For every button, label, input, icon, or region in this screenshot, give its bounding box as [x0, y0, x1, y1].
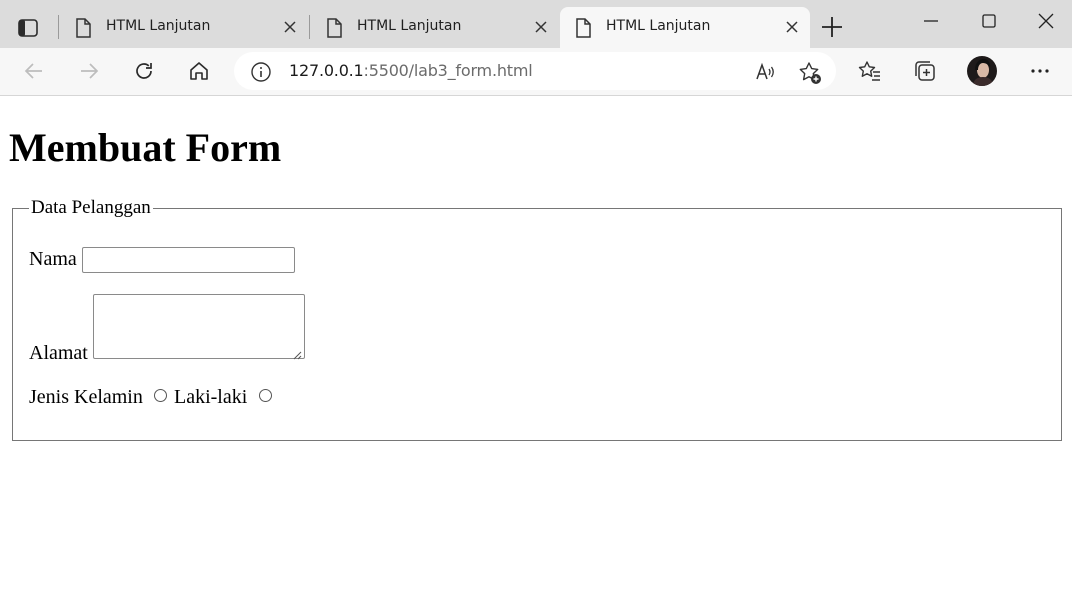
tab-actions-icon[interactable] — [14, 14, 44, 42]
close-icon[interactable] — [533, 19, 549, 40]
nama-label: Nama — [29, 248, 77, 270]
tab-3-active[interactable]: HTML Lanjutan — [560, 7, 810, 48]
read-aloud-icon[interactable] — [754, 61, 776, 88]
more-options-icon[interactable] — [1028, 59, 1052, 88]
new-tab-icon[interactable] — [820, 15, 844, 44]
address-bar[interactable]: 127.0.0.1:5500/lab3_form.html — [234, 52, 836, 90]
refresh-icon[interactable] — [132, 59, 156, 88]
fieldset-legend: Data Pelanggan — [29, 197, 153, 219]
close-icon[interactable] — [282, 19, 298, 40]
tab-separator — [309, 15, 310, 39]
tab-1[interactable]: HTML Lanjutan — [60, 7, 308, 48]
tab-separator — [58, 15, 59, 39]
tab-2[interactable]: HTML Lanjutan — [311, 7, 559, 48]
url-text[interactable]: 127.0.0.1:5500/lab3_form.html — [289, 61, 533, 80]
gender-radio-2[interactable] — [259, 389, 272, 402]
nama-input[interactable] — [82, 247, 295, 273]
tab-title: HTML Lanjutan — [606, 18, 711, 34]
forward-icon[interactable] — [77, 59, 101, 88]
url-host: 127.0.0.1 — [289, 61, 364, 80]
page-title: Membuat Form — [9, 125, 282, 170]
back-icon[interactable] — [22, 59, 46, 88]
gender-radio-laki[interactable] — [154, 389, 167, 402]
gender-label: Jenis Kelamin — [29, 386, 143, 408]
minimize-icon[interactable] — [922, 12, 940, 35]
add-favorite-icon[interactable] — [798, 61, 822, 90]
tab-title: HTML Lanjutan — [357, 18, 462, 34]
info-icon[interactable] — [250, 61, 272, 88]
favorites-icon[interactable] — [858, 59, 882, 88]
page-icon — [573, 17, 593, 44]
profile-avatar[interactable] — [967, 56, 997, 86]
tab-title: HTML Lanjutan — [106, 18, 211, 34]
close-icon[interactable] — [784, 19, 800, 40]
url-path: :5500/lab3_form.html — [363, 61, 533, 80]
home-icon[interactable] — [187, 59, 211, 88]
window-close-icon[interactable] — [1037, 12, 1055, 35]
gender-option-label: Laki-laki — [174, 386, 248, 408]
page-icon — [324, 17, 344, 44]
browser-toolbar: 127.0.0.1:5500/lab3_form.html — [0, 48, 1072, 96]
customer-fieldset: Data Pelanggan Nama Alamat Jenis Kelamin… — [12, 197, 1062, 441]
alamat-textarea[interactable] — [93, 294, 305, 359]
page-icon — [73, 17, 93, 44]
page-content: Membuat Form Data Pelanggan Nama Alamat … — [0, 96, 1072, 591]
collections-icon[interactable] — [913, 59, 937, 88]
tab-bar: HTML Lanjutan HTML Lanjutan HTML Lanjuta… — [0, 0, 1072, 48]
maximize-icon[interactable] — [980, 12, 998, 35]
resize-grip-icon[interactable] — [292, 347, 1059, 438]
alamat-label: Alamat — [29, 342, 88, 364]
